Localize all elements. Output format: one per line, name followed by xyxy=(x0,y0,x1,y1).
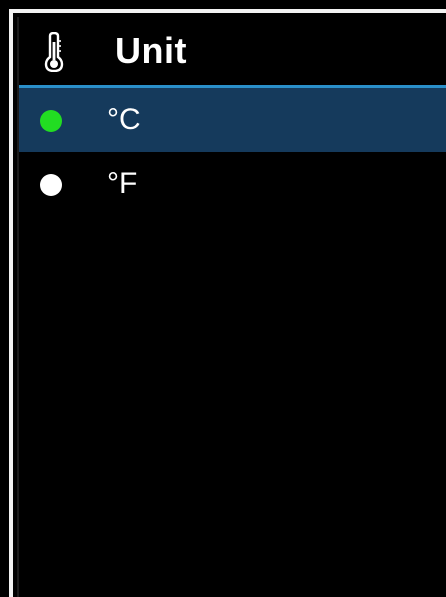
unit-option-label: °C xyxy=(107,103,141,136)
panel-border-top xyxy=(9,9,446,13)
unit-settings-panel: Unit °C °F xyxy=(0,0,446,597)
radio-unselected-icon xyxy=(40,174,62,196)
thermometer-icon xyxy=(44,32,64,72)
unit-option-fahrenheit[interactable]: °F xyxy=(19,152,446,216)
panel-border-left xyxy=(9,9,13,597)
unit-option-label: °F xyxy=(107,167,138,200)
unit-option-celsius[interactable]: °C xyxy=(19,88,446,152)
page-title: Unit xyxy=(115,30,187,71)
radio-selected-icon xyxy=(40,110,62,132)
panel-header: Unit xyxy=(19,17,446,85)
